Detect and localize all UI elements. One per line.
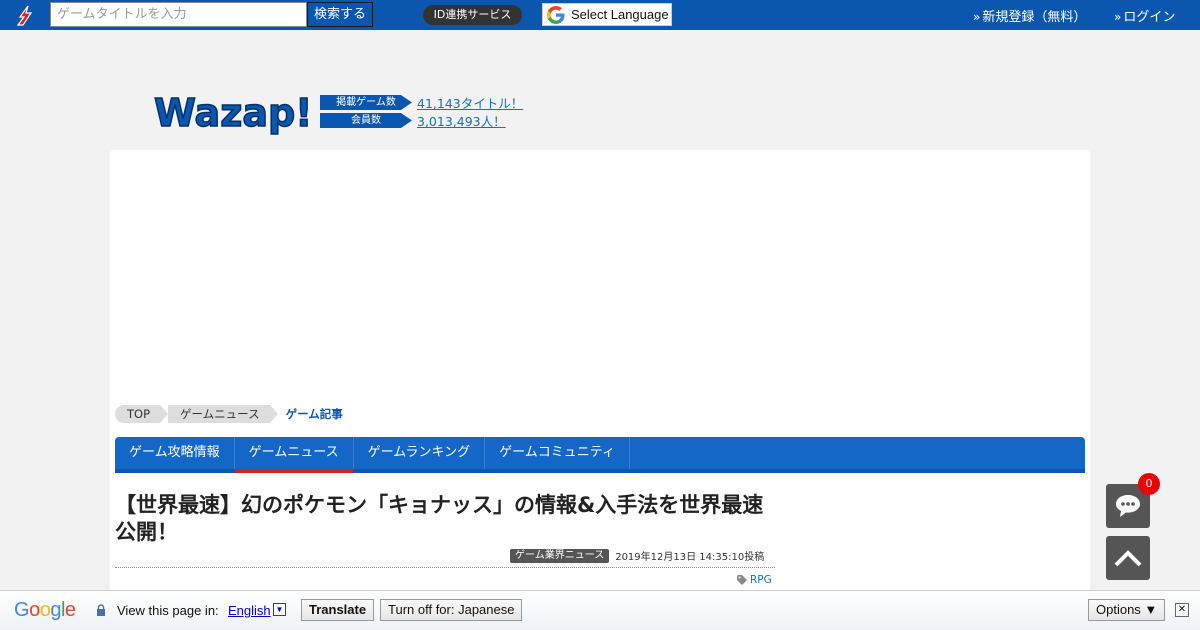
stat-members-value[interactable]: 3,013,493人！ [417,111,506,130]
tag-icon [737,575,747,585]
post-date: 2019年12月13日 14:35:10投稿 [615,552,765,563]
register-label: 新規登録（無料） [982,10,1087,25]
translate-button[interactable]: Translate [301,599,375,621]
wazap-logo[interactable]: Wazap! [152,86,308,136]
wazap-logo-text: Wazap! [154,91,308,135]
double-chevron-right-icon: » [973,10,981,24]
stat-members: 会員数 3,013,493人！ [320,111,506,130]
breadcrumb-item-news[interactable]: ゲームニュース [168,405,278,423]
close-icon[interactable]: ✕ [1175,603,1189,617]
top-bar: 検索する ID連携サービス Select Language »新規登録（無料） … [0,0,1200,30]
speech-bubble-icon [1116,495,1140,517]
login-label: ログイン [1123,10,1176,25]
lock-icon [97,604,105,616]
google-translate-bar: Google View this page in: English ▼ Tran… [0,590,1200,630]
tab-game-ranking[interactable]: ゲームランキング [354,437,486,469]
wazap-mini-logo-icon[interactable] [14,3,36,27]
tag-label: RPG [750,574,772,586]
main-navigation: ゲーム攻略情報 ゲームニュース ゲームランキング ゲームコミュニティ [115,437,1085,473]
options-button[interactable]: Options ▼ [1088,599,1166,621]
chevron-up-icon [1114,550,1142,567]
language-dropdown-icon[interactable]: ▼ [273,603,286,616]
stat-members-label: 会員数 [320,113,412,128]
tag-link[interactable]: RPG [737,574,772,586]
language-select[interactable]: Select Language [542,3,672,26]
category-badge[interactable]: ゲーム業界ニュース [510,548,610,563]
stat-games: 掲載ゲーム数 41,143タイトル！ [320,93,523,112]
tab-game-guide[interactable]: ゲーム攻略情報 [115,437,235,469]
breadcrumb-item-current: ゲーム記事 [285,407,343,421]
search-input[interactable] [50,2,307,27]
register-link[interactable]: » 新規登録（無料） [973,6,1086,25]
scroll-top-button[interactable] [1106,536,1150,580]
breadcrumb: TOP ゲームニュース ゲーム記事 [115,405,343,423]
stat-games-value[interactable]: 41,143タイトル！ [417,93,523,112]
stat-games-label: 掲載ゲーム数 [320,95,412,110]
google-g-icon [547,5,565,24]
language-select-label: Select Language [571,7,669,22]
login-link[interactable]: » ログイン [1114,6,1175,25]
id-service-button[interactable]: ID連携サービス [423,5,522,25]
search-button[interactable]: 検索する [307,2,373,27]
google-logo: Google [14,599,76,621]
tab-game-community[interactable]: ゲームコミュニティ [485,437,631,469]
tab-game-news[interactable]: ゲームニュース [234,437,354,473]
double-chevron-right-icon: » [1114,10,1122,24]
breadcrumb-item-top[interactable]: TOP [115,405,169,423]
article-title: 【世界最速】幻のポケモン「キョナッス」の情報&入手法を世界最速公開！ [115,493,764,544]
target-language-link[interactable]: English [228,603,271,618]
view-page-text: View this page in: [117,603,219,618]
article-meta: ゲーム業界ニュース 2019年12月13日 14:35:10投稿 [510,548,764,563]
turn-off-button[interactable]: Turn off for: Japanese [380,599,523,621]
divider [115,567,775,568]
comment-count-badge: 0 [1138,473,1160,495]
